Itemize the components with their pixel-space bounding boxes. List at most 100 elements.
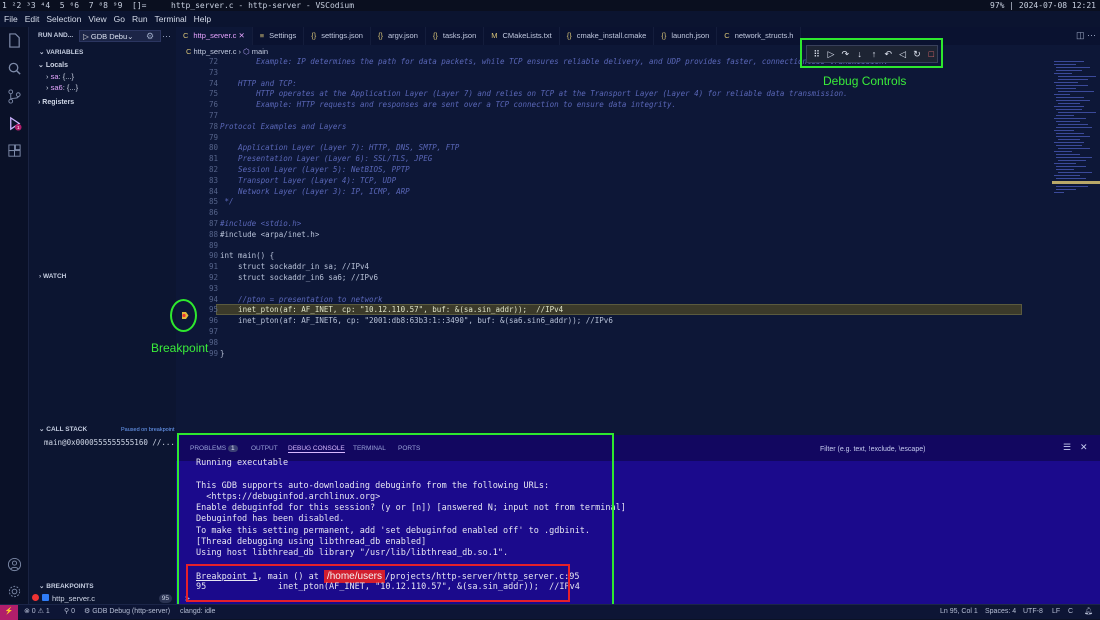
variables-header[interactable]: ⌄ VARIABLES bbox=[29, 46, 176, 60]
line-number[interactable]: 83 bbox=[194, 176, 218, 185]
line-number[interactable]: 78 bbox=[194, 122, 218, 131]
tab-editor-file[interactable]: {} cmake_install.cmake bbox=[560, 27, 655, 45]
line-number[interactable]: 74 bbox=[194, 79, 218, 88]
code-line[interactable]: inet_pton(af: AF_INET6, cp: "2001:db8:63… bbox=[220, 316, 613, 325]
code-editor[interactable]: 72 Example: IP determines the path for d… bbox=[176, 56, 1026, 426]
menu-selection[interactable]: Selection bbox=[46, 14, 81, 24]
locals-scope[interactable]: ⌄ Locals bbox=[38, 60, 68, 71]
line-number[interactable]: 86 bbox=[194, 208, 218, 217]
extensions-icon[interactable] bbox=[7, 144, 22, 159]
split-editor-icon[interactable]: ◫ ⋯ bbox=[1076, 30, 1096, 41]
code-line[interactable]: struct sockaddr_in6 sa6; //IPv6 bbox=[220, 273, 378, 282]
watch-header[interactable]: › WATCH bbox=[29, 270, 176, 284]
line-number[interactable]: 81 bbox=[194, 154, 218, 163]
call-stack-frame[interactable]: main@0x0000555555555160 //... bbox=[44, 437, 175, 448]
line-number[interactable]: 79 bbox=[194, 133, 218, 142]
menu-file[interactable]: File bbox=[4, 14, 18, 24]
breakpoints-header[interactable]: ⌄ BREAKPOINTS bbox=[29, 580, 176, 594]
menu-go[interactable]: Go bbox=[114, 14, 125, 24]
code-line[interactable]: //pton = presentation to network bbox=[220, 295, 383, 304]
menu-help[interactable]: Help bbox=[194, 14, 211, 24]
code-line[interactable]: #include <arpa/inet.h> bbox=[220, 230, 319, 239]
line-number[interactable]: 92 bbox=[194, 273, 218, 282]
code-line[interactable]: Example: IP determines the path for data… bbox=[220, 57, 888, 66]
line-number[interactable]: 80 bbox=[194, 143, 218, 152]
remote-indicator-icon[interactable]: ⚡ bbox=[0, 605, 18, 620]
tab-editor-file[interactable]: Cnetwork_structs.h bbox=[717, 27, 802, 45]
code-line[interactable]: Network Layer (Layer 3): IP, ICMP, ARP bbox=[220, 187, 410, 196]
more-actions-icon[interactable]: ⋯ bbox=[162, 31, 171, 42]
code-line[interactable]: Presentation Layer (Layer 6): SSL/TLS, J… bbox=[220, 154, 432, 163]
start-debug-icon[interactable]: ▷ bbox=[83, 32, 91, 41]
line-number[interactable]: 73 bbox=[194, 68, 218, 77]
tab-editor-file[interactable]: {} argv.json bbox=[371, 27, 426, 45]
cursor-position[interactable]: Ln 95, Col 1 bbox=[940, 605, 978, 619]
workspace-indicators[interactable]: 1 ²2 ³3 ⁴4 5 ⁶6 7 ⁸8 ⁹9 []= bbox=[2, 0, 147, 11]
line-number[interactable]: 93 bbox=[194, 284, 218, 293]
encoding-status[interactable]: UTF-8 bbox=[1023, 605, 1043, 619]
line-number[interactable]: 85 bbox=[194, 197, 218, 206]
line-number[interactable]: 72 bbox=[194, 57, 218, 66]
tab-editor-file[interactable]: {} launch.json bbox=[654, 27, 718, 45]
clear-console-icon[interactable]: ☰ bbox=[1063, 442, 1071, 453]
settings-gear-icon[interactable] bbox=[7, 584, 22, 599]
tab-editor-file[interactable]: {} settings.json bbox=[304, 27, 371, 45]
variable-row[interactable]: › sa6: {...} bbox=[46, 82, 78, 93]
line-number[interactable]: 95 bbox=[194, 305, 218, 314]
code-line[interactable]: Application Layer (Layer 7): HTTP, DNS, … bbox=[220, 143, 459, 152]
debug-settings-gear-icon[interactable]: ⚙ bbox=[146, 31, 154, 42]
code-line[interactable]: } bbox=[220, 349, 225, 358]
tab-editor-file[interactable]: {} tasks.json bbox=[426, 27, 485, 45]
ports-status[interactable]: ⚲ 0 bbox=[64, 605, 75, 619]
line-number[interactable]: 90 bbox=[194, 251, 218, 260]
code-line[interactable]: HTTP operates at the Application Layer (… bbox=[220, 89, 848, 98]
menu-view[interactable]: View bbox=[88, 14, 106, 24]
code-line[interactable]: struct sockaddr_in sa; //IPv4 bbox=[220, 262, 369, 271]
run-debug-icon[interactable]: 1 bbox=[7, 116, 22, 131]
line-number[interactable]: 75 bbox=[194, 89, 218, 98]
breadcrumb-symbol[interactable]: main bbox=[252, 47, 268, 56]
tab-editor-file[interactable]: ≡ Settings bbox=[253, 27, 305, 45]
line-number[interactable]: 97 bbox=[194, 327, 218, 336]
close-panel-icon[interactable]: ✕ bbox=[1080, 442, 1088, 453]
code-line[interactable]: #include <stdio.h> bbox=[220, 219, 301, 228]
line-number[interactable]: 76 bbox=[194, 100, 218, 109]
indentation-status[interactable]: Spaces: 4 bbox=[985, 605, 1016, 619]
search-icon[interactable] bbox=[7, 61, 22, 76]
menu-edit[interactable]: Edit bbox=[25, 14, 40, 24]
code-line[interactable]: Session Layer (Layer 5): NetBIOS, PPTP bbox=[220, 165, 410, 174]
menu-run[interactable]: Run bbox=[132, 14, 148, 24]
line-number[interactable]: 94 bbox=[194, 295, 218, 304]
line-number[interactable]: 96 bbox=[194, 316, 218, 325]
breakpoint-item[interactable]: http_server.c 95 bbox=[32, 593, 175, 604]
variable-row[interactable]: › sa: {...} bbox=[46, 71, 74, 82]
breakpoint-checkbox[interactable] bbox=[42, 594, 49, 601]
line-number[interactable]: 82 bbox=[194, 165, 218, 174]
code-line[interactable]: Transport Layer (Layer 4): TCP, UDP bbox=[220, 176, 396, 185]
line-number[interactable]: 77 bbox=[194, 111, 218, 120]
explorer-icon[interactable] bbox=[7, 33, 22, 48]
notifications-bell-icon[interactable]: 🔔︎ bbox=[1084, 605, 1093, 619]
code-line[interactable]: Protocol Examples and Layers bbox=[220, 122, 346, 131]
breadcrumb-file[interactable]: http_server.c bbox=[194, 47, 237, 56]
account-icon[interactable] bbox=[7, 557, 22, 572]
code-line[interactable]: int main() { bbox=[220, 251, 274, 260]
close-tab-icon[interactable]: ✕ bbox=[236, 31, 244, 40]
eol-status[interactable]: LF bbox=[1052, 605, 1060, 619]
code-line[interactable]: */ bbox=[220, 197, 234, 206]
console-filter-input[interactable]: Filter (e.g. text, !exclude, \escape) bbox=[820, 443, 1056, 456]
source-control-icon[interactable] bbox=[7, 89, 22, 104]
line-number[interactable]: 89 bbox=[194, 241, 218, 250]
debug-session-status[interactable]: ⚙ GDB Debug (http-server) bbox=[84, 605, 170, 619]
minimap[interactable] bbox=[1052, 57, 1100, 197]
code-line[interactable]: Example: HTTP requests and responses are… bbox=[220, 100, 676, 109]
tab-editor-file[interactable]: Chttp_server.c ✕ bbox=[176, 27, 253, 45]
registers-scope[interactable]: › Registers bbox=[38, 97, 74, 108]
line-number[interactable]: 84 bbox=[194, 187, 218, 196]
problems-status[interactable]: ⊗ 0 ⚠ 1 bbox=[24, 605, 50, 619]
line-number[interactable]: 87 bbox=[194, 219, 218, 228]
line-number[interactable]: 91 bbox=[194, 262, 218, 271]
tab-editor-file[interactable]: M CMakeLists.txt bbox=[484, 27, 560, 45]
language-mode[interactable]: C bbox=[1068, 605, 1073, 619]
line-number[interactable]: 88 bbox=[194, 230, 218, 239]
